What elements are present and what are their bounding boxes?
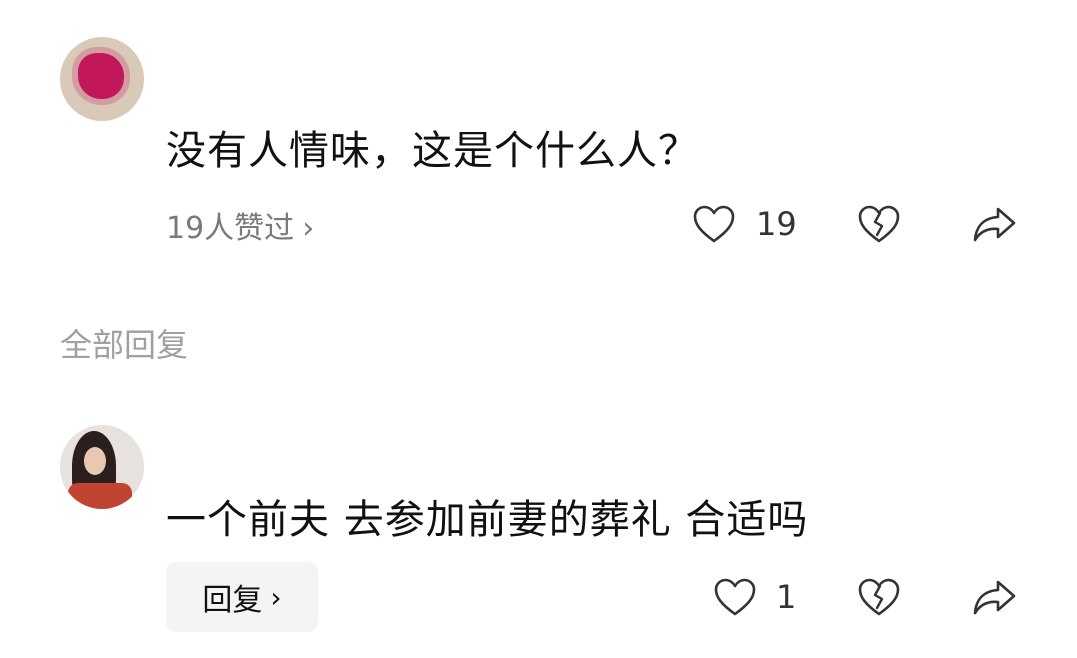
comment-meta [166, 55, 249, 83]
share-button[interactable] [971, 204, 1017, 244]
all-replies-heading: 全部回复 [60, 326, 189, 364]
chevron-right-icon: › [270, 580, 282, 614]
share-button[interactable] [971, 577, 1017, 617]
avatar[interactable] [60, 37, 144, 121]
heart-icon [693, 205, 735, 243]
dislike-button[interactable] [857, 204, 901, 244]
share-icon [973, 207, 1016, 242]
chevron-right-icon: › [302, 211, 315, 246]
like-count: 1 [776, 578, 797, 616]
broken-heart-icon [858, 578, 900, 616]
reply-button-label: 回复 [202, 583, 263, 618]
share-icon [973, 580, 1016, 615]
comment-meta [166, 436, 249, 464]
avatar-image [78, 53, 124, 99]
like-button[interactable] [713, 577, 757, 617]
comment-text: 没有人情味，这是个什么人？ [166, 128, 699, 174]
dislike-button[interactable] [857, 577, 901, 617]
avatar-shirt [68, 483, 132, 509]
like-count: 19 [756, 205, 797, 243]
avatar[interactable] [60, 425, 144, 509]
reply-button[interactable]: 回复 › [166, 562, 318, 632]
avatar-face [84, 447, 106, 475]
heart-icon [714, 578, 756, 616]
comment-text: 一个前夫 去参加前妻的葬礼 合适吗 [166, 497, 809, 543]
likes-link-label: 19人赞过 [166, 211, 295, 246]
like-button[interactable] [692, 204, 736, 244]
likes-link[interactable]: 19人赞过 › [166, 203, 314, 247]
broken-heart-icon [858, 205, 900, 243]
